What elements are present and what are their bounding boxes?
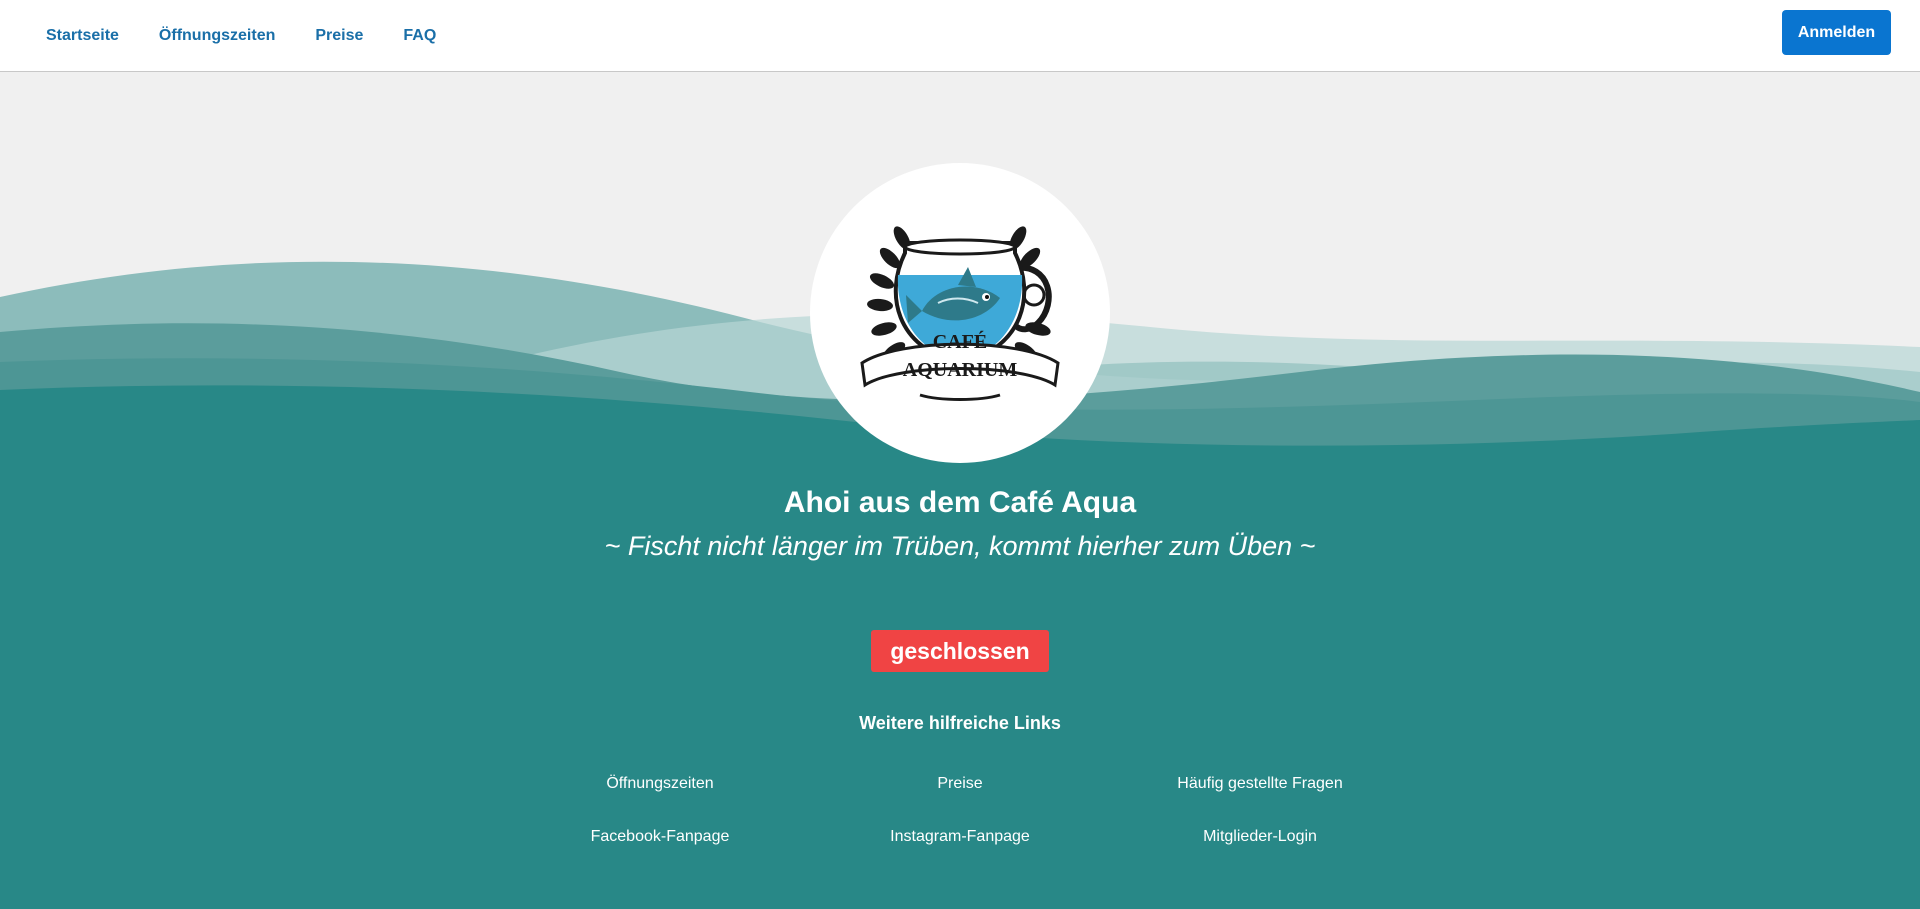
main-nav: Startseite Öffnungszeiten Preise FAQ (46, 0, 476, 72)
svg-text:CAFÉ: CAFÉ (933, 330, 987, 353)
page-title: Ahoi aus dem Café Aqua (783, 486, 1137, 519)
nav-item-faq[interactable]: FAQ (403, 27, 436, 45)
footer-link-oeffnungszeiten[interactable]: Öffnungszeiten (510, 775, 810, 793)
footer-link-instagram[interactable]: Instagram-Fanpage (810, 828, 1110, 846)
cafe-aquarium-logo: CAFÉ AQUARIUM (810, 163, 1110, 463)
footer-link-preise[interactable]: Preise (810, 775, 1110, 793)
footer-link-facebook[interactable]: Facebook-Fanpage (510, 828, 810, 846)
login-button[interactable]: Anmelden (1782, 10, 1891, 55)
top-navigation-bar: Startseite Öffnungszeiten Preise FAQ Anm… (0, 0, 1920, 72)
nav-item-preise[interactable]: Preise (315, 27, 363, 45)
status-badge: geschlossen (871, 630, 1049, 672)
cafe-aquarium-logo-icon: CAFÉ AQUARIUM (860, 226, 1060, 401)
nav-item-oeffnungszeiten[interactable]: Öffnungszeiten (159, 27, 275, 45)
links-heading: Weitere hilfreiche Links (859, 713, 1061, 733)
page-subtitle: ~ Fischt nicht länger im Trüben, kommt h… (604, 531, 1316, 561)
footer-link-faq[interactable]: Häufig gestellte Fragen (1110, 775, 1410, 793)
nav-item-startseite[interactable]: Startseite (46, 27, 119, 45)
footer-link-mitglieder-login[interactable]: Mitglieder-Login (1110, 828, 1410, 846)
svg-text:AQUARIUM: AQUARIUM (903, 359, 1018, 381)
